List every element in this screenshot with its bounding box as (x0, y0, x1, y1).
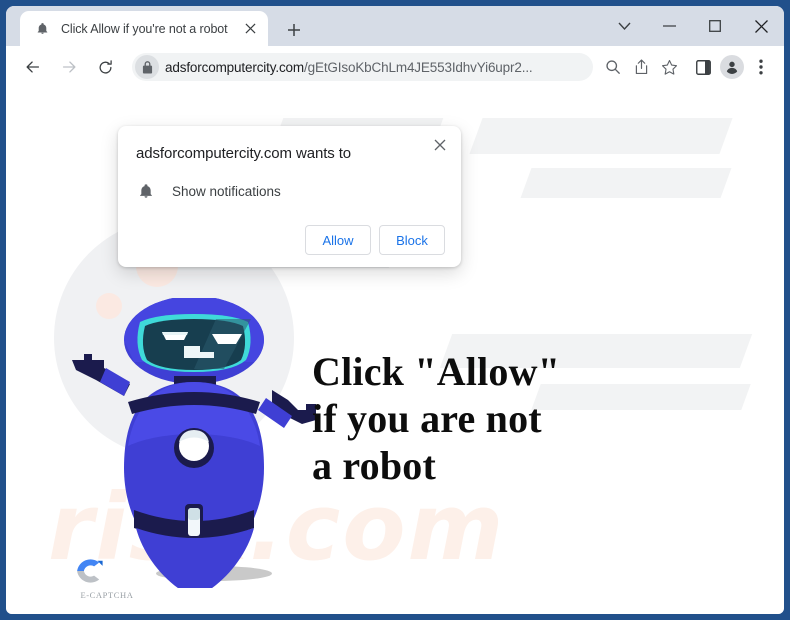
browser-toolbar: adsforcomputercity.com/gEtGIsoKbChLm4JE5… (6, 46, 784, 88)
maximize-button[interactable] (692, 7, 738, 45)
captcha-brand-label: E-CAPTCHA (80, 590, 134, 600)
browser-tab[interactable]: Click Allow if you're not a robot (20, 11, 268, 46)
c-letter-logo-icon (72, 554, 142, 588)
bell-icon (34, 21, 50, 37)
bookmark-star-icon[interactable] (655, 53, 683, 81)
plus-icon (287, 23, 301, 37)
address-bar[interactable]: adsforcomputercity.com/gEtGIsoKbChLm4JE5… (132, 53, 593, 81)
background-stripe (531, 384, 751, 410)
dialog-actions: Allow Block (136, 225, 445, 255)
dialog-title: adsforcomputercity.com wants to (136, 145, 352, 162)
tab-close-icon[interactable] (240, 19, 260, 39)
dialog-close-icon[interactable] (427, 132, 453, 158)
share-icon[interactable] (627, 53, 655, 81)
notification-permission-dialog: adsforcomputercity.com wants to Show not… (118, 126, 461, 267)
url-domain: adsforcomputercity.com (165, 59, 304, 75)
browser-window: Click Allow if you're not a robot adsfor… (0, 0, 790, 620)
bell-icon (136, 181, 156, 201)
new-tab-button[interactable] (281, 17, 307, 43)
robot-mascot-icon (66, 298, 326, 588)
reload-button[interactable] (90, 52, 120, 82)
minimize-icon (662, 25, 676, 27)
lock-icon[interactable] (135, 55, 159, 79)
tab-strip: Click Allow if you're not a robot (6, 6, 784, 46)
forward-button[interactable] (54, 52, 84, 82)
chevron-down-icon (617, 22, 631, 31)
side-panel-icon[interactable] (689, 53, 717, 81)
arrow-left-icon (24, 58, 42, 76)
profile-avatar-icon[interactable] (720, 55, 744, 79)
tab-title: Click Allow if you're not a robot (61, 21, 228, 36)
minimize-button[interactable] (646, 7, 692, 45)
maximize-icon (709, 20, 721, 32)
allow-button[interactable]: Allow (305, 225, 371, 255)
back-button[interactable] (18, 52, 48, 82)
dialog-permission-label: Show notifications (172, 183, 281, 199)
more-menu-icon[interactable] (747, 53, 775, 81)
captcha-brand: E-CAPTCHA (72, 554, 142, 600)
close-button[interactable] (738, 7, 784, 45)
tab-search-button[interactable] (602, 7, 646, 45)
url-path: /gEtGIsoKbChLm4JE553IdhvYi6upr2... (304, 59, 533, 75)
close-icon (754, 19, 768, 33)
page-viewport: risk.com Click "Allow" if you are not a … (6, 88, 784, 614)
address-bar-url: adsforcomputercity.com/gEtGIsoKbChLm4JE5… (165, 60, 533, 75)
window-controls (602, 6, 784, 46)
page-headline: Click "Allow" if you are not a robot (312, 349, 561, 488)
search-page-icon[interactable] (599, 53, 627, 81)
dialog-permission-row: Show notifications (136, 181, 445, 201)
background-stripe (520, 168, 732, 198)
block-button[interactable]: Block (379, 225, 445, 255)
reload-icon (97, 59, 114, 76)
arrow-right-icon (60, 58, 78, 76)
browser-window-inner: Click Allow if you're not a robot adsfor… (6, 6, 784, 614)
background-stripe (469, 118, 733, 154)
